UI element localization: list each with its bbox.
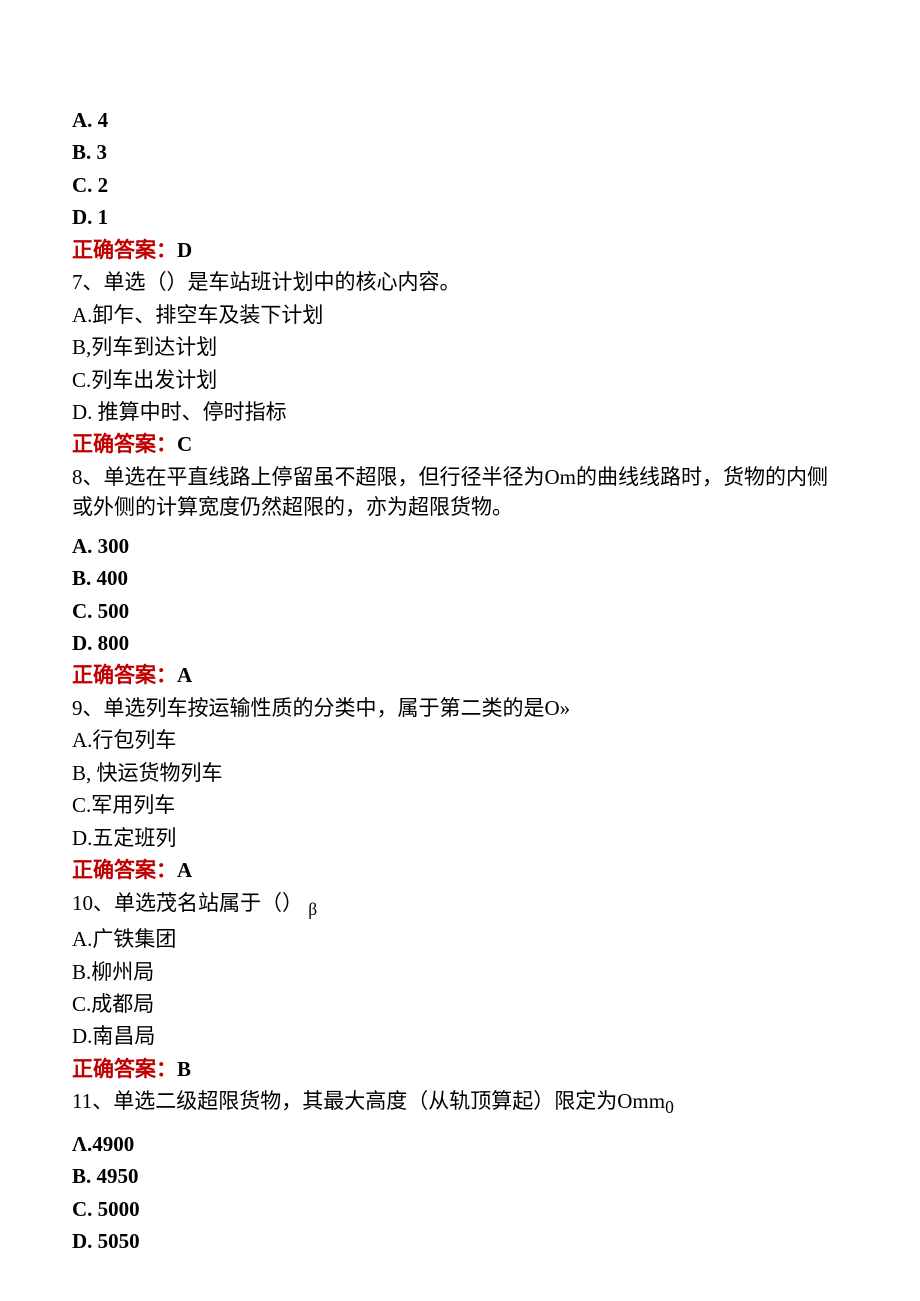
q10-option-c: C.成都局 bbox=[72, 989, 848, 1019]
q6-option-d: D. 1 bbox=[72, 202, 848, 232]
q8-option-d: D. 800 bbox=[72, 628, 848, 658]
q11-option-d: D. 5050 bbox=[72, 1226, 848, 1256]
q9-option-d: D.五定班列 bbox=[72, 823, 848, 853]
answer-value: B bbox=[177, 1057, 191, 1081]
q7-answer: 正确答案：C bbox=[72, 429, 848, 459]
answer-label: 正确答案： bbox=[72, 858, 177, 882]
q9-option-a: A.行包列车 bbox=[72, 725, 848, 755]
q10-option-b: B.柳州局 bbox=[72, 957, 848, 987]
answer-value: A bbox=[177, 858, 192, 882]
q10-option-d: D.南昌局 bbox=[72, 1021, 848, 1051]
answer-value: D bbox=[177, 238, 192, 262]
stem-subscript: 0 bbox=[665, 1097, 674, 1117]
answer-value: C bbox=[177, 432, 192, 456]
q6-answer: 正确答案：D bbox=[72, 235, 848, 265]
q8-stem: 8、单选在平直线路上停留虽不超限，但行径半径为Om的曲线线路时，货物的内侧或外侧… bbox=[72, 462, 848, 523]
q6-option-c: C. 2 bbox=[72, 170, 848, 200]
q9-stem: 9、单选列车按运输性质的分类中，属于第二类的是O» bbox=[72, 693, 848, 723]
stem-subscript: β bbox=[308, 899, 317, 919]
q7-option-b: B,列车到达计划 bbox=[72, 332, 848, 362]
q8-answer: 正确答案：A bbox=[72, 660, 848, 690]
document-page: A. 4 B. 3 C. 2 D. 1 正确答案：D 7、单选（）是车站班计划中… bbox=[0, 0, 920, 1299]
q8-option-a: A. 300 bbox=[72, 531, 848, 561]
q6-option-b: B. 3 bbox=[72, 137, 848, 167]
q10-option-a: A.广铁集团 bbox=[72, 924, 848, 954]
q11-option-b: B. 4950 bbox=[72, 1161, 848, 1191]
q11-stem: 11、单选二级超限货物，其最大高度（从轨顶算起）限定为Omm0 bbox=[72, 1086, 848, 1121]
q11-option-c: C. 5000 bbox=[72, 1194, 848, 1224]
q7-stem: 7、单选（）是车站班计划中的核心内容。 bbox=[72, 267, 848, 297]
q8-option-c: C. 500 bbox=[72, 596, 848, 626]
answer-label: 正确答案： bbox=[72, 432, 177, 456]
answer-label: 正确答案： bbox=[72, 238, 177, 262]
answer-label: 正确答案： bbox=[72, 1057, 177, 1081]
q7-option-c: C.列车出发计划 bbox=[72, 365, 848, 395]
stem-text: 11、单选二级超限货物，其最大高度（从轨顶算起）限定为Omm bbox=[72, 1089, 665, 1113]
stem-text: 10、单选茂名站属于（） bbox=[72, 891, 303, 915]
answer-value: A bbox=[177, 663, 192, 687]
q8-option-b: B. 400 bbox=[72, 563, 848, 593]
q6-option-a: A. 4 bbox=[72, 105, 848, 135]
q10-answer: 正确答案：B bbox=[72, 1054, 848, 1084]
q9-option-c: C.军用列车 bbox=[72, 790, 848, 820]
q7-option-d: D. 推算中时、停时指标 bbox=[72, 397, 848, 427]
q7-option-a: A.卸乍、排空车及装下计划 bbox=[72, 300, 848, 330]
q9-option-b: B, 快运货物列车 bbox=[72, 758, 848, 788]
q10-stem: 10、单选茂名站属于（） β bbox=[72, 888, 848, 923]
answer-label: 正确答案： bbox=[72, 663, 177, 687]
q11-option-a: Λ.4900 bbox=[72, 1129, 848, 1159]
q9-answer: 正确答案：A bbox=[72, 855, 848, 885]
